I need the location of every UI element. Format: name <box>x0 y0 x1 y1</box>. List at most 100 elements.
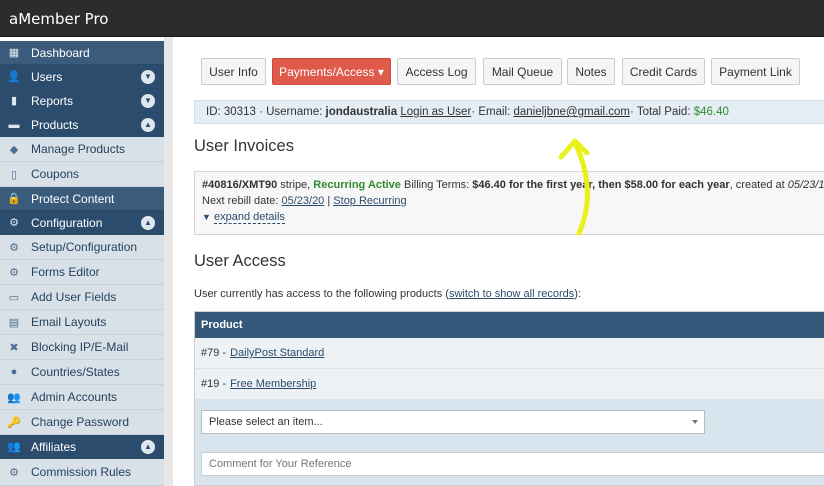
user-id-text: ID: 30313 · Username: <box>206 106 323 118</box>
products-icon: ▬ <box>8 118 20 131</box>
sidebar-item-email-layouts[interactable]: ▤ Email Layouts <box>0 310 164 335</box>
created-label: , created at <box>729 179 788 191</box>
total-paid-value: $46.40 <box>693 106 729 118</box>
expand-details-label: expand details <box>213 211 285 224</box>
sidebar-item-change-password[interactable]: 🔑 Change Password <box>0 410 164 435</box>
sidebar-item-affiliates[interactable]: 👥 Affiliates ▲ <box>0 435 164 459</box>
user-access-heading: User Access <box>194 252 286 270</box>
invoice-status: Recurring Active <box>313 179 401 191</box>
reports-icon: ▮ <box>10 95 18 107</box>
highlight-arrow-icon <box>558 138 590 236</box>
sidebar-item-blocking-ip-e-mail[interactable]: ✖ Blocking IP/E-Mail <box>0 335 164 360</box>
table-row: #19 - Free Membership <box>195 369 824 400</box>
tab-label: Access Log <box>405 64 468 79</box>
invoice-paysys: stripe, <box>277 179 314 191</box>
main-content: User Info Payments/Access ▾ Access Log M… <box>173 37 824 486</box>
chevron-down-icon[interactable]: ▼ <box>141 69 155 84</box>
affiliates-icon: 👥 <box>7 441 21 453</box>
setup-gear-icon: ⚙ <box>9 241 19 254</box>
manage-products-icon: ◆ <box>9 143 19 156</box>
sidebar-item-users[interactable]: 👤 Users ▼ <box>0 65 164 89</box>
switch-show-all-link[interactable]: switch to show all records <box>449 288 574 300</box>
tab-label: User Info <box>209 64 258 79</box>
sidebar-item-label: Change Password <box>31 415 130 429</box>
access-note: User currently has access to the followi… <box>194 288 581 300</box>
chevron-up-icon[interactable]: ▲ <box>141 215 155 230</box>
sidebar-item-commission-rules[interactable]: ⚙ Commission Rules <box>0 459 164 486</box>
sidebar-item-label: Countries/States <box>31 365 120 379</box>
tab-user-info[interactable]: User Info <box>201 58 266 85</box>
user-invoices-heading: User Invoices <box>194 137 294 155</box>
access-note-text: User currently has access to the followi… <box>194 288 449 300</box>
product-link[interactable]: DailyPost Standard <box>230 347 324 359</box>
email-link[interactable]: danieljbne@gmail.com <box>513 106 630 118</box>
add-fields-icon: ▭ <box>8 291 20 304</box>
product-column-header: Product <box>195 312 824 338</box>
tab-label: Payments/Access ▾ <box>279 64 384 79</box>
table-row: #79 - DailyPost Standard <box>195 338 824 369</box>
billing-label: Billing Terms: <box>400 179 473 191</box>
tab-credit-cards[interactable]: Credit Cards <box>622 58 705 85</box>
invoice-box: #40816/XMT90 stripe, Recurring Active Bi… <box>194 171 824 235</box>
product-link[interactable]: Free Membership <box>230 378 316 390</box>
app-title: aMember Pro <box>9 10 109 28</box>
sidebar-item-label: Products <box>31 117 79 132</box>
sidebar-item-admin-accounts[interactable]: 👥 Admin Accounts <box>0 385 164 410</box>
sidebar-item-label: Setup/Configuration <box>31 240 138 254</box>
sidebar-item-setup-configuration[interactable]: ⚙ Setup/Configuration <box>0 235 164 260</box>
sidebar-item-forms-editor[interactable]: ⚙ Forms Editor <box>0 260 164 285</box>
user-info-bar: ID: 30313 · Username: jondaustralia Logi… <box>194 100 824 124</box>
login-as-user-link[interactable]: Login as User <box>400 106 471 118</box>
product-select[interactable]: Please select an item... <box>201 410 705 434</box>
sidebar-item-countries-states[interactable]: ● Countries/States <box>0 360 164 385</box>
tab-access-log[interactable]: Access Log <box>397 58 476 85</box>
tab-label: Notes <box>575 64 607 79</box>
sidebar-item-dashboard[interactable]: ▦ Dashboard <box>0 41 164 65</box>
key-icon: 🔑 <box>7 416 21 429</box>
chevron-down-icon[interactable]: ▼ <box>141 93 155 108</box>
comment-input[interactable] <box>201 452 824 476</box>
sidebar-item-label: Manage Products <box>31 142 126 156</box>
chevron-up-icon[interactable]: ▲ <box>141 117 155 132</box>
sidebar: ▦ Dashboard 👤 Users ▼ ▮ Reports ▼ ▬ Products ▲ ◆ Man… <box>0 41 164 486</box>
sidebar-item-manage-products[interactable]: ◆ Manage Products <box>0 137 164 162</box>
sidebar-item-label: Email Layouts <box>31 315 107 329</box>
admin-accounts-icon: 👥 <box>7 391 21 404</box>
lock-icon: 🔒 <box>7 193 21 205</box>
sidebar-item-label: Protect Content <box>31 191 115 206</box>
sidebar-item-label: Add User Fields <box>31 290 117 304</box>
access-note-end: ): <box>574 288 582 300</box>
access-table: Product #79 - DailyPost Standard #19 - F… <box>194 311 824 486</box>
sidebar-item-reports[interactable]: ▮ Reports ▼ <box>0 89 164 113</box>
tab-mail-queue[interactable]: Mail Queue <box>483 58 562 85</box>
sidebar-item-label: Users <box>31 69 63 84</box>
dashboard-icon: ▦ <box>8 47 20 59</box>
total-paid-label: · Total Paid: <box>630 106 691 118</box>
sidebar-item-label: Forms Editor <box>31 265 100 279</box>
commission-gear-icon: ⚙ <box>9 466 19 479</box>
forms-editor-icon: ⚙ <box>9 266 19 279</box>
next-rebill-date-link[interactable]: 05/23/20 <box>281 195 324 207</box>
sidebar-item-protect-content[interactable]: 🔒 Protect Content <box>0 187 164 211</box>
stop-recurring-link[interactable]: Stop Recurring <box>333 195 406 207</box>
tab-payments-access[interactable]: Payments/Access ▾ <box>272 58 391 85</box>
users-icon: 👤 <box>7 71 21 83</box>
invoice-id: #40816/XMT90 <box>202 179 278 191</box>
tab-payment-link[interactable]: Payment Link <box>711 58 800 85</box>
block-icon: ✖ <box>9 341 19 354</box>
expand-details[interactable]: ▼ expand details <box>202 209 824 225</box>
sidebar-item-add-user-fields[interactable]: ▭ Add User Fields <box>0 285 164 310</box>
sidebar-item-configuration[interactable]: ⚙ Configuration ▲ <box>0 211 164 235</box>
sidebar-item-coupons[interactable]: ▯ Coupons <box>0 162 164 187</box>
created-date: 05/23/19, <box>787 179 824 191</box>
tab-notes[interactable]: Notes <box>567 58 615 85</box>
sidebar-item-label: Blocking IP/E-Mail <box>31 340 129 354</box>
sidebar-item-label: Coupons <box>31 167 80 181</box>
email-layouts-icon: ▤ <box>8 316 20 329</box>
username: jondaustralia <box>325 106 398 118</box>
tab-label: Payment Link <box>719 64 792 79</box>
invoice-line: #40816/XMT90 stripe, Recurring Active Bi… <box>202 177 824 193</box>
chevron-up-icon[interactable]: ▲ <box>141 439 155 454</box>
rebill-separator: | <box>324 195 334 207</box>
sidebar-item-products[interactable]: ▬ Products ▲ <box>0 113 164 137</box>
